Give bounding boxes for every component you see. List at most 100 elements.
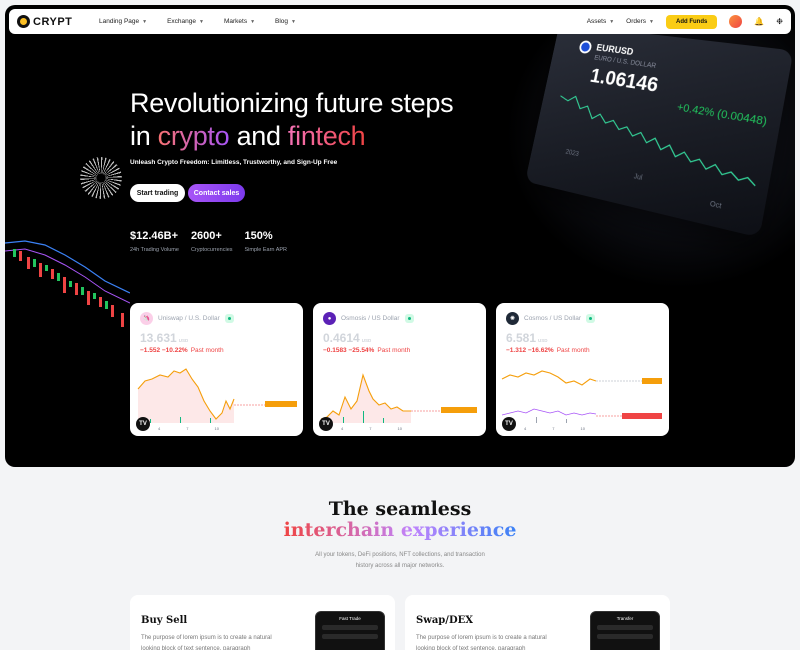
price-unit: USD [178,338,189,343]
nav-label: Landing Page [99,18,140,25]
nav-markets[interactable]: Markets ▼ [224,18,255,25]
stat-earn-apr: 150% Simple Earn APR [245,230,288,253]
feature-description: The purpose of lorem ipsum is to create … [141,635,272,650]
start-trading-button[interactable]: Start trading [130,184,185,202]
chevron-down-icon: ▼ [649,18,654,25]
brand-logo[interactable]: CRYPT [17,15,93,28]
stat-value: 150% [244,230,273,242]
top-navbar: CRYPT Landing Page ▼ Exchange ▼ Markets ▼ B… [9,9,791,34]
section-title-gradient: interchain experience [283,519,517,541]
phone-row [322,634,378,639]
feature-title: Buy Sell [141,615,188,626]
feature-card-swap-dex[interactable]: Swap/DEX The purpose of lorem ipsum is t… [405,595,670,650]
headline-line-2: in crypto and fintech [130,120,453,153]
price-card-price: 13.631 USD [140,331,188,345]
section-subtitle: All your tokens, DeFi positions, NFT col… [0,550,800,572]
eurusd-chart [549,87,770,195]
uniswap-sparkline [137,368,297,423]
tick-label: 4 [341,426,344,431]
change-value: −1.552 −10.22% [140,347,188,354]
nav-label: Orders [626,18,647,25]
price-card-osmosis[interactable]: ● Osmosis / US Dollar 0.4614 USD −0.1583 … [313,303,486,436]
section-title: The seamless [328,498,472,520]
feature-card-buy-sell[interactable]: Buy Sell The purpose of lorem ipsum is t… [130,595,395,650]
tick-label: 7 [186,426,189,431]
price-value: 6.581 [506,331,537,345]
chevron-down-icon: ▼ [142,18,148,25]
price-card-name: Uniswap / U.S. Dollar [158,315,220,322]
theme-toggle-icon[interactable]: ❉ [776,17,783,26]
tick-label: 4 [158,426,161,431]
tradingview-icon: TV [136,417,150,431]
stat-value: $12.46B+ [130,230,179,242]
price-value: 13.631 [140,331,177,345]
tick-label: 4 [524,426,527,431]
feature-description: The purpose of lorem ipsum is to create … [416,635,547,650]
headline-fintech: fintech [287,121,366,151]
logo-icon [17,15,30,28]
stat-label: Cryptocurrencies [190,247,233,253]
headline-crypto: crypto [157,121,230,151]
tick-label: 7 [552,426,555,431]
nav-label: Assets [586,18,607,25]
hero-headline: Revolutionizing future steps in crypto a… [130,87,454,153]
section-title-highlight: interchain experience [0,519,800,541]
price-card-header: 🦄 Uniswap / U.S. Dollar [140,312,234,325]
live-indicator-icon [586,314,596,323]
cosmos-icon: ✺ [506,312,519,325]
nav-assets[interactable]: Assets ▼ [587,18,614,25]
eurusd-month: 2023 [564,148,580,159]
notification-bell-icon[interactable]: 🔔 [754,17,764,26]
change-period: Past month [190,347,224,354]
change-value: −0.1583 −25.54% [323,347,375,354]
price-card-header: ✺ Cosmos / US Dollar [506,312,596,325]
headline-line-1: Revolutionizing future steps [130,88,454,118]
phone-row [322,625,378,630]
hero-stats: $12.46B+ 24h Trading Volume 2600+ Crypto… [130,230,299,253]
nav-label: Markets [223,18,248,25]
hero-section: EURUSD EURO / U.S. DOLLAR 1.06146 +0.42%… [5,5,795,467]
headline-and: and [236,121,281,151]
price-card-change: −0.1583 −25.54% Past month [323,347,410,354]
price-card-uniswap[interactable]: 🦄 Uniswap / U.S. Dollar 13.631 USD −1.552… [130,303,303,436]
stat-trading-volume: $12.46B+ 24h Trading Volume [130,230,179,253]
headline-in: in [130,121,151,151]
tick-label: 10 [397,426,402,431]
chevron-down-icon: ▼ [199,18,204,25]
phone-mockup: Transfer [590,611,660,650]
phone-title: Transfer [616,616,634,621]
chevron-down-icon: ▼ [250,18,256,25]
cosmos-sparkline [501,370,662,423]
subtitle-line: All your tokens, DeFi positions, NFT col… [315,552,485,558]
chevron-down-icon: ▼ [291,18,296,25]
price-card-change: −1.312 −16.62% Past month [506,347,590,354]
nav-blog[interactable]: Blog ▼ [275,18,296,25]
price-card-header: ● Osmosis / US Dollar [323,312,414,325]
axis-ticks: 4 7 10 [524,426,585,431]
stat-label: Simple Earn APR [244,247,288,253]
eu-flag-icon [578,39,593,55]
phone-mockup: Fast Trade [315,611,385,650]
feature-title: Swap/DEX [416,615,474,626]
add-funds-button[interactable]: Add Funds [666,14,718,29]
nav-landing-page[interactable]: Landing Page ▼ [99,18,147,25]
osmosis-sparkline [320,373,477,423]
price-card-name: Cosmos / US Dollar [524,315,582,322]
nav-actions: Assets ▼ Orders ▼ Add Funds 🔔 ❉ [587,14,783,29]
tick-label: 10 [214,426,219,431]
eurusd-month: Oct [709,200,722,211]
uniswap-icon: 🦄 [140,312,153,325]
hero-subline: Unleash Crypto Freedom: Limitless, Trust… [130,159,338,166]
nav-exchange[interactable]: Exchange ▼ [167,18,204,25]
subtitle-line: history across all major networks. [355,563,445,569]
eurusd-month: Jul [633,173,643,182]
price-card-cosmos[interactable]: ✺ Cosmos / US Dollar 6.581 USD −1.312 −16… [496,303,669,436]
tradingview-icon: TV [319,417,333,431]
contact-sales-button[interactable]: Contact sales [188,184,245,202]
nav-label: Exchange [167,18,196,25]
tick-label: 7 [369,426,372,431]
nav-orders[interactable]: Orders ▼ [626,18,654,25]
price-card-name: Osmosis / US Dollar [341,315,400,322]
stat-value: 2600+ [190,230,222,242]
avatar[interactable] [729,15,743,28]
